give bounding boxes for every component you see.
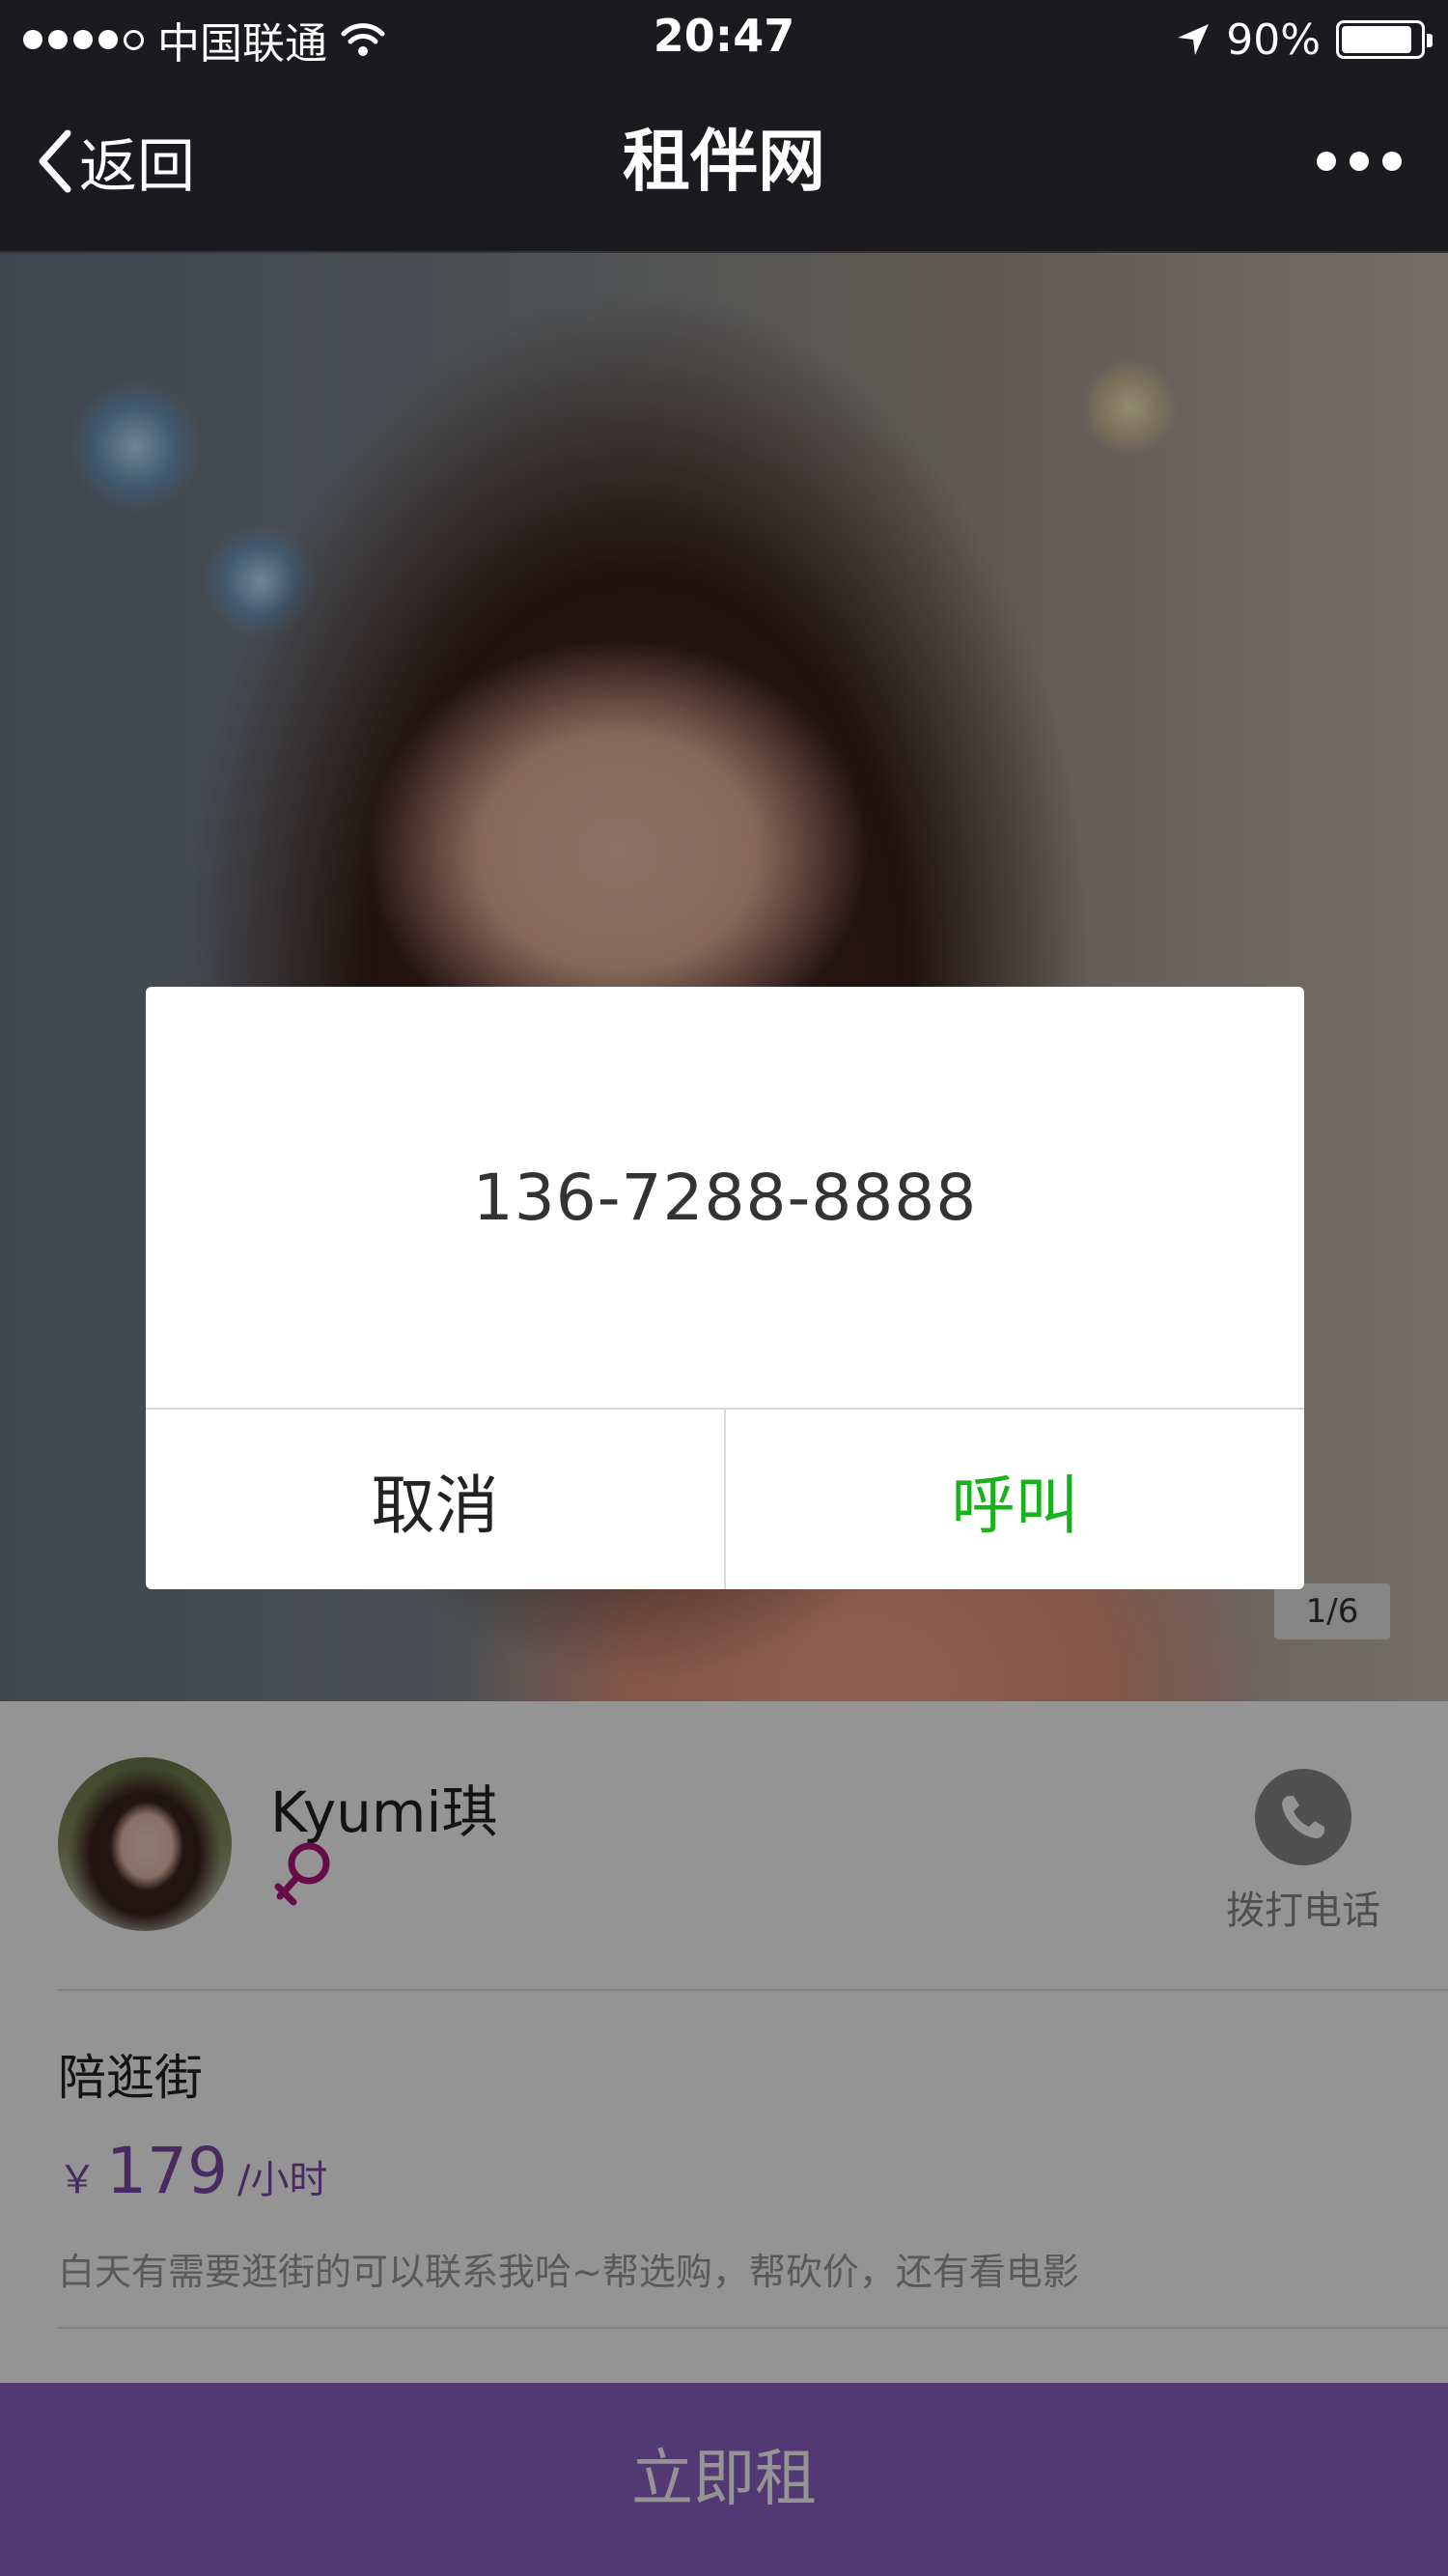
battery-percent: 90%	[1226, 14, 1321, 65]
call-confirm-button[interactable]: 呼叫	[726, 1410, 1304, 1589]
dialog-phone-number: 136-7288-8888	[472, 1160, 978, 1235]
dialog-actions: 取消 呼叫	[146, 1408, 1304, 1589]
more-dots-icon[interactable]	[1317, 139, 1402, 183]
status-right: 90%	[1176, 12, 1433, 68]
nav-bar: 返回 租伴网	[0, 79, 1448, 253]
call-dialog: 136-7288-8888 取消 呼叫	[146, 987, 1304, 1589]
status-bar: 中国联通 20:47 90%	[0, 0, 1448, 79]
battery-icon	[1336, 20, 1433, 59]
location-arrow-icon	[1178, 24, 1210, 55]
cancel-button[interactable]: 取消	[146, 1410, 726, 1589]
battery-fill	[1342, 26, 1411, 53]
page: 中国联通 20:47 90% 返回 租伴网 1/6 Kyumi琪 拨打电话 陪逛…	[0, 0, 1448, 2576]
page-title: 租伴网	[623, 122, 825, 201]
